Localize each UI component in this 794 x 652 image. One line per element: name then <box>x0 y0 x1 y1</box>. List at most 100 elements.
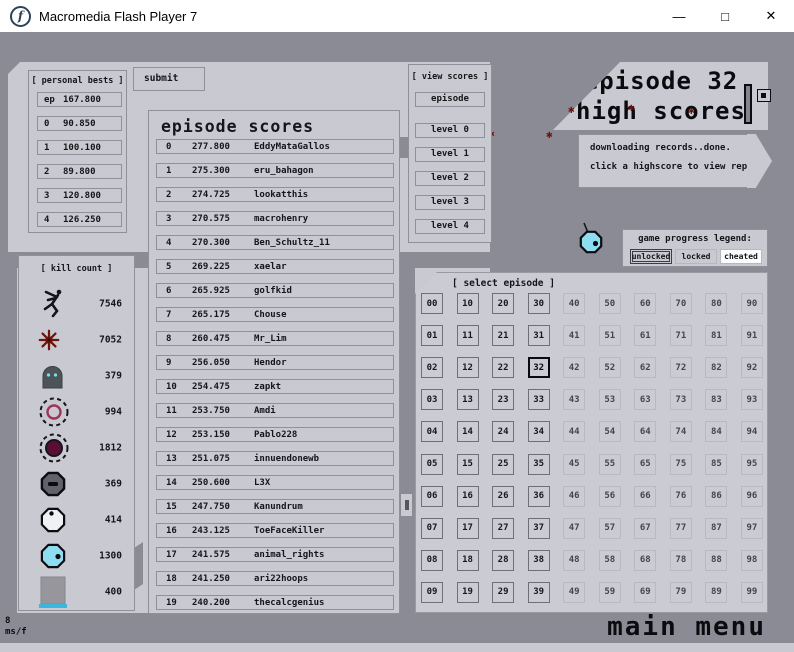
episode-cell-15[interactable]: 15 <box>457 454 479 475</box>
episode-cell-72[interactable]: 72 <box>670 357 692 378</box>
episode-cell-41[interactable]: 41 <box>563 325 585 346</box>
highscore-row[interactable]: 15247.750Kanundrum <box>156 499 394 514</box>
episode-cell-20[interactable]: 20 <box>492 293 514 314</box>
episode-cell-84[interactable]: 84 <box>705 421 727 442</box>
episode-cell-43[interactable]: 43 <box>563 389 585 410</box>
episode-cell-89[interactable]: 89 <box>705 582 727 603</box>
episode-cell-73[interactable]: 73 <box>670 389 692 410</box>
episode-cell-98[interactable]: 98 <box>741 550 763 571</box>
episode-cell-63[interactable]: 63 <box>634 389 656 410</box>
episode-cell-02[interactable]: 02 <box>421 357 443 378</box>
episode-cell-93[interactable]: 93 <box>741 389 763 410</box>
submit-button[interactable]: submit <box>133 67 205 91</box>
episode-cell-27[interactable]: 27 <box>492 518 514 539</box>
highscore-row[interactable]: 16243.125ToeFaceKiller <box>156 523 394 538</box>
episode-cell-18[interactable]: 18 <box>457 550 479 571</box>
episode-cell-01[interactable]: 01 <box>421 325 443 346</box>
episode-cell-76[interactable]: 76 <box>670 486 692 507</box>
episode-cell-86[interactable]: 86 <box>705 486 727 507</box>
episode-cell-29[interactable]: 29 <box>492 582 514 603</box>
highscore-row[interactable]: 18241.250ari22hoops <box>156 571 394 586</box>
episode-cell-54[interactable]: 54 <box>599 421 621 442</box>
highscore-row[interactable]: 11253.750Amdi <box>156 403 394 418</box>
episode-cell-70[interactable]: 70 <box>670 293 692 314</box>
episode-cell-58[interactable]: 58 <box>599 550 621 571</box>
episode-cell-35[interactable]: 35 <box>528 454 550 475</box>
episode-cell-47[interactable]: 47 <box>563 518 585 539</box>
episode-cell-00[interactable]: 00 <box>421 293 443 314</box>
episode-cell-24[interactable]: 24 <box>492 421 514 442</box>
episode-cell-99[interactable]: 99 <box>741 582 763 603</box>
episode-cell-48[interactable]: 48 <box>563 550 585 571</box>
episode-cell-53[interactable]: 53 <box>599 389 621 410</box>
episode-cell-21[interactable]: 21 <box>492 325 514 346</box>
episode-cell-71[interactable]: 71 <box>670 325 692 346</box>
episode-cell-87[interactable]: 87 <box>705 518 727 539</box>
episode-cell-03[interactable]: 03 <box>421 389 443 410</box>
highscore-row[interactable]: 3270.575macrohenry <box>156 211 394 226</box>
highscore-row[interactable]: 2274.725lookatthis <box>156 187 394 202</box>
highscore-row[interactable]: 8260.475Mr_Lim <box>156 331 394 346</box>
episode-cell-64[interactable]: 64 <box>634 421 656 442</box>
episode-cell-12[interactable]: 12 <box>457 357 479 378</box>
episode-cell-22[interactable]: 22 <box>492 357 514 378</box>
episode-cell-05[interactable]: 05 <box>421 454 443 475</box>
highscore-row[interactable]: 4270.300Ben_Schultz_11 <box>156 235 394 250</box>
highscore-row[interactable]: 14250.600L3X <box>156 475 394 490</box>
episode-cell-80[interactable]: 80 <box>705 293 727 314</box>
episode-cell-78[interactable]: 78 <box>670 550 692 571</box>
episode-cell-23[interactable]: 23 <box>492 389 514 410</box>
highscore-row[interactable]: 6265.925golfkid <box>156 283 394 298</box>
view-scores-button-episode[interactable]: episode <box>415 92 485 107</box>
episode-cell-14[interactable]: 14 <box>457 421 479 442</box>
episode-cell-85[interactable]: 85 <box>705 454 727 475</box>
highscore-row[interactable]: 12253.150Pablo228 <box>156 427 394 442</box>
episode-cell-65[interactable]: 65 <box>634 454 656 475</box>
episode-cell-49[interactable]: 49 <box>563 582 585 603</box>
episode-cell-30[interactable]: 30 <box>528 293 550 314</box>
episode-cell-66[interactable]: 66 <box>634 486 656 507</box>
episode-cell-07[interactable]: 07 <box>421 518 443 539</box>
episode-cell-74[interactable]: 74 <box>670 421 692 442</box>
episode-cell-31[interactable]: 31 <box>528 325 550 346</box>
highscore-row[interactable]: 10254.475zapkt <box>156 379 394 394</box>
episode-cell-36[interactable]: 36 <box>528 486 550 507</box>
episode-cell-19[interactable]: 19 <box>457 582 479 603</box>
episode-cell-82[interactable]: 82 <box>705 357 727 378</box>
episode-cell-91[interactable]: 91 <box>741 325 763 346</box>
maximize-button[interactable]: □ <box>702 0 748 32</box>
episode-cell-97[interactable]: 97 <box>741 518 763 539</box>
episode-cell-10[interactable]: 10 <box>457 293 479 314</box>
episode-cell-46[interactable]: 46 <box>563 486 585 507</box>
episode-cell-04[interactable]: 04 <box>421 421 443 442</box>
episode-cell-52[interactable]: 52 <box>599 357 621 378</box>
episode-cell-88[interactable]: 88 <box>705 550 727 571</box>
episode-cell-68[interactable]: 68 <box>634 550 656 571</box>
episode-cell-42[interactable]: 42 <box>563 357 585 378</box>
episode-cell-62[interactable]: 62 <box>634 357 656 378</box>
episode-cell-50[interactable]: 50 <box>599 293 621 314</box>
episode-cell-39[interactable]: 39 <box>528 582 550 603</box>
episode-cell-06[interactable]: 06 <box>421 486 443 507</box>
episode-cell-45[interactable]: 45 <box>563 454 585 475</box>
episode-cell-67[interactable]: 67 <box>634 518 656 539</box>
episode-cell-34[interactable]: 34 <box>528 421 550 442</box>
episode-cell-95[interactable]: 95 <box>741 454 763 475</box>
episode-cell-26[interactable]: 26 <box>492 486 514 507</box>
close-button[interactable]: ✕ <box>748 0 794 32</box>
episode-cell-79[interactable]: 79 <box>670 582 692 603</box>
episode-cell-13[interactable]: 13 <box>457 389 479 410</box>
episode-cell-96[interactable]: 96 <box>741 486 763 507</box>
episode-cell-32[interactable]: 32 <box>528 357 550 378</box>
episode-cell-57[interactable]: 57 <box>599 518 621 539</box>
highscore-row[interactable]: 1275.300eru_bahagon <box>156 163 394 178</box>
view-scores-button-level-2[interactable]: level 2 <box>415 171 485 186</box>
episode-cell-59[interactable]: 59 <box>599 582 621 603</box>
episode-cell-81[interactable]: 81 <box>705 325 727 346</box>
highscore-row[interactable]: 13251.075innuendonewb <box>156 451 394 466</box>
episode-cell-37[interactable]: 37 <box>528 518 550 539</box>
highscore-row[interactable]: 5269.225xaelar <box>156 259 394 274</box>
episode-cell-17[interactable]: 17 <box>457 518 479 539</box>
episode-cell-08[interactable]: 08 <box>421 550 443 571</box>
episode-cell-56[interactable]: 56 <box>599 486 621 507</box>
